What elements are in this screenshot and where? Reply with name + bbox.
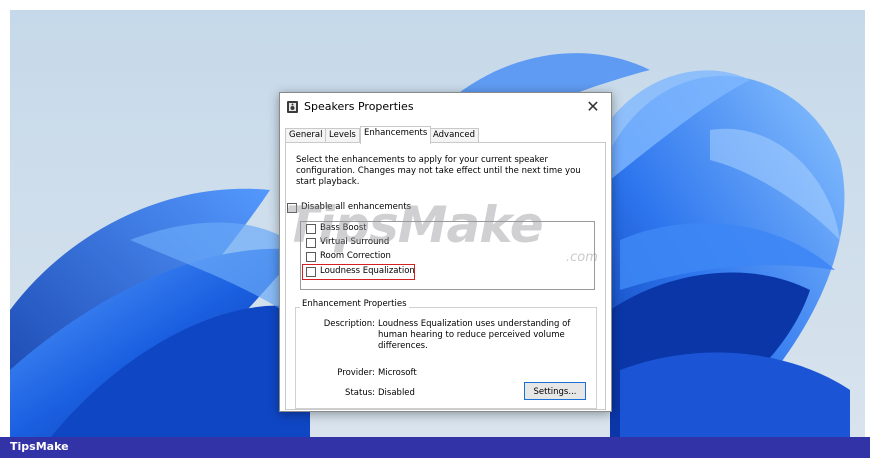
tab-enhancements[interactable]: Enhancements <box>360 126 432 144</box>
tab-label: Enhancements <box>364 128 428 138</box>
status-value: Disabled <box>378 388 415 398</box>
close-button[interactable]: ✕ <box>579 95 607 119</box>
group-title: Enhancement Properties <box>300 299 409 309</box>
footer-brand: TipsMake <box>10 440 69 453</box>
close-icon: ✕ <box>586 97 600 116</box>
tab-label: Levels <box>329 130 356 140</box>
provider-label: Provider: <box>337 368 375 378</box>
watermark: TipsMake <box>285 196 544 254</box>
tab-general[interactable]: General <box>285 128 327 143</box>
description-text: Loudness Equalization uses understanding… <box>378 319 571 351</box>
watermark-suffix: .com <box>566 250 598 265</box>
settings-button[interactable]: Settings... <box>524 382 586 400</box>
tab-levels[interactable]: Levels <box>325 128 360 143</box>
speaker-icon <box>287 101 298 113</box>
instructions-text: Select the enhancements to apply for you… <box>296 155 581 187</box>
status-label: Status: <box>345 388 375 398</box>
description-value: Loudness Equalization uses understanding… <box>378 319 588 352</box>
tab-label: Advanced <box>433 130 475 140</box>
description-label: Description: <box>323 319 375 329</box>
dialog-titlebar[interactable]: Speakers Properties ✕ <box>280 93 611 121</box>
screenshot-frame: Speakers Properties ✕ General Levels Enh… <box>0 0 870 458</box>
dialog-title: Speakers Properties <box>304 100 414 113</box>
provider-value: Microsoft <box>378 368 417 378</box>
highlight-box <box>302 264 415 280</box>
tab-label: General <box>289 130 323 140</box>
tab-advanced[interactable]: Advanced <box>429 128 479 143</box>
footer-bar: TipsMake <box>0 437 870 458</box>
